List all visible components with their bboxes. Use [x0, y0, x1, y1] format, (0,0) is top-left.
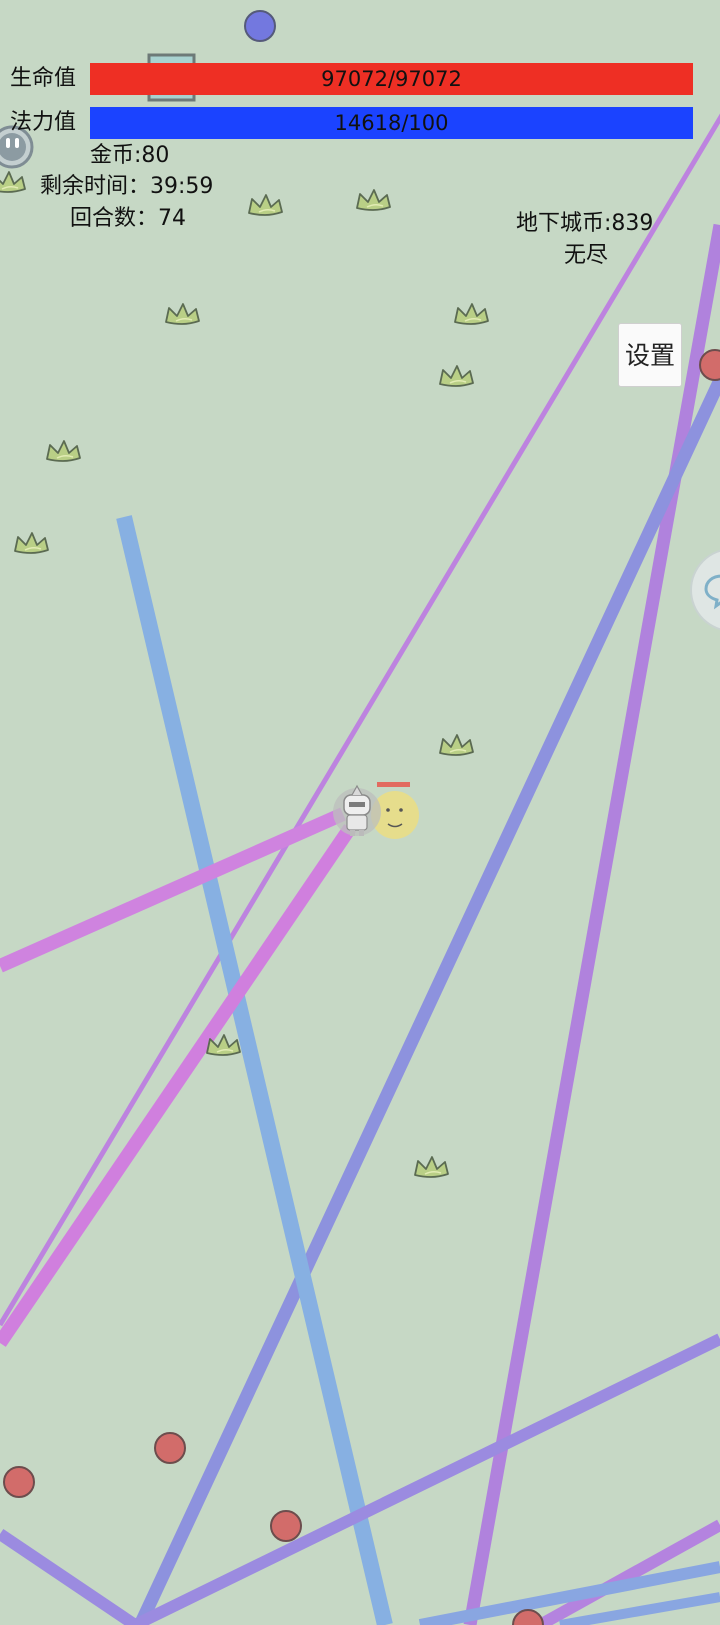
player-knight-icon [333, 784, 381, 836]
mp-value: 14618/100 [334, 111, 449, 135]
enemy-dot [270, 1510, 302, 1542]
grass-tuft-icon [454, 303, 489, 325]
grass-tuft-icon [414, 1156, 449, 1178]
game-mode-label: 无尽 [564, 243, 609, 268]
grass-tuft-icon [165, 303, 200, 325]
laser-beams [0, 113, 720, 1625]
grass-tuft-icon [439, 734, 474, 756]
grass-tuft-icon [0, 171, 26, 193]
chat-bubble-icon [704, 574, 720, 610]
laser-beam-bottom-blue [418, 1561, 720, 1625]
dungeon-coin-counter: 地下城币:839 [516, 211, 654, 236]
gold-counter: 金币:80 [90, 143, 170, 168]
grass-tuft-icon [248, 194, 283, 216]
mp-label: 法力值 [10, 110, 77, 135]
hp-label: 生命值 [10, 66, 77, 91]
hp-bar: 97072/97072 [90, 63, 693, 95]
enemy-dot [154, 1432, 186, 1464]
laser-beam-magenta-left [0, 807, 346, 973]
enemy-dot [699, 349, 720, 381]
hp-value: 97072/97072 [321, 67, 462, 91]
grass-tuft-icon [356, 189, 391, 211]
game-field[interactable] [0, 0, 720, 1625]
laser-beam-lower-left [0, 1529, 139, 1625]
round-counter: 回合数：74 [70, 206, 186, 231]
mp-bar: 14618/100 [90, 107, 693, 139]
companion-hp-bar [377, 782, 410, 787]
grass-tuft-icon [46, 440, 81, 462]
time-remaining: 剩余时间：39:59 [40, 174, 214, 199]
grass-tuft-icon [439, 365, 474, 387]
grass-tuft-icon [14, 532, 49, 554]
enemy-dot [3, 1466, 35, 1498]
laser-beam-violet [463, 223, 720, 1625]
settings-button[interactable]: 设置 [618, 323, 682, 387]
blue-orb [244, 10, 276, 42]
